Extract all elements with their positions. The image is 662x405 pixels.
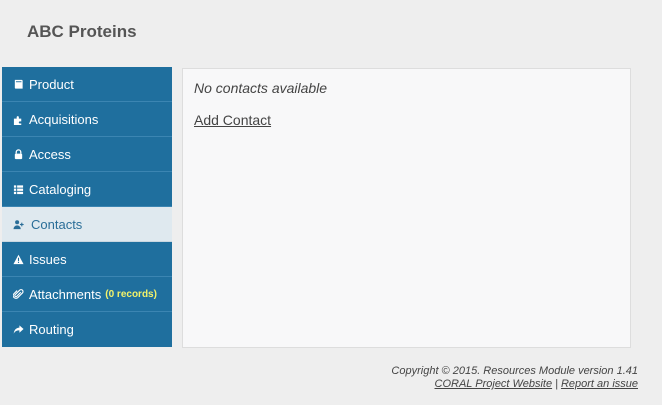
report-issue-link[interactable]: Report an issue	[561, 378, 638, 390]
sidebar-item-label: Contacts	[31, 216, 83, 232]
page-title: ABC Proteins	[27, 22, 137, 41]
empty-message: No contacts available	[194, 80, 328, 96]
share-arrow-icon	[12, 323, 25, 336]
sidebar-item-label: Access	[29, 146, 71, 162]
sidebar-item-label: Attachments	[29, 286, 102, 302]
attachments-count-badge: (0 records)	[105, 288, 157, 300]
copyright-text: Copyright © 2015. Resources Module versi…	[391, 365, 638, 377]
sidebar-item-product[interactable]: Product	[2, 67, 172, 102]
sidebar-item-contacts[interactable]: Contacts	[2, 207, 172, 242]
sidebar-item-attachments[interactable]: Attachments (0 records)	[2, 277, 172, 312]
sidebar-item-access[interactable]: Access	[2, 137, 172, 172]
sidebar-item-label: Cataloging	[29, 181, 92, 197]
warning-icon	[12, 253, 25, 266]
sidebar-item-issues[interactable]: Issues	[2, 242, 172, 277]
puzzle-icon	[12, 113, 25, 126]
footer-separator: |	[555, 378, 558, 390]
sidebar: Product Acquisitions Access Cataloging C…	[2, 67, 172, 347]
sidebar-item-acquisitions[interactable]: Acquisitions	[2, 102, 172, 137]
book-icon	[12, 78, 25, 91]
add-contact-link[interactable]: Add Contact	[194, 112, 271, 128]
sidebar-item-label: Routing	[29, 322, 74, 337]
contacts-panel: No contacts available Add Contact	[182, 68, 631, 348]
paperclip-icon	[12, 288, 25, 301]
sidebar-item-label: Acquisitions	[29, 111, 99, 127]
user-add-icon	[12, 218, 25, 231]
footer: Copyright © 2015. Resources Module versi…	[391, 365, 638, 391]
coral-website-link[interactable]: CORAL Project Website	[435, 378, 553, 390]
sidebar-item-routing[interactable]: Routing	[2, 312, 172, 347]
sidebar-item-cataloging[interactable]: Cataloging	[2, 172, 172, 207]
list-icon	[12, 183, 25, 196]
sidebar-item-label: Issues	[29, 251, 67, 267]
lock-icon	[12, 148, 25, 161]
sidebar-item-label: Product	[29, 76, 74, 92]
